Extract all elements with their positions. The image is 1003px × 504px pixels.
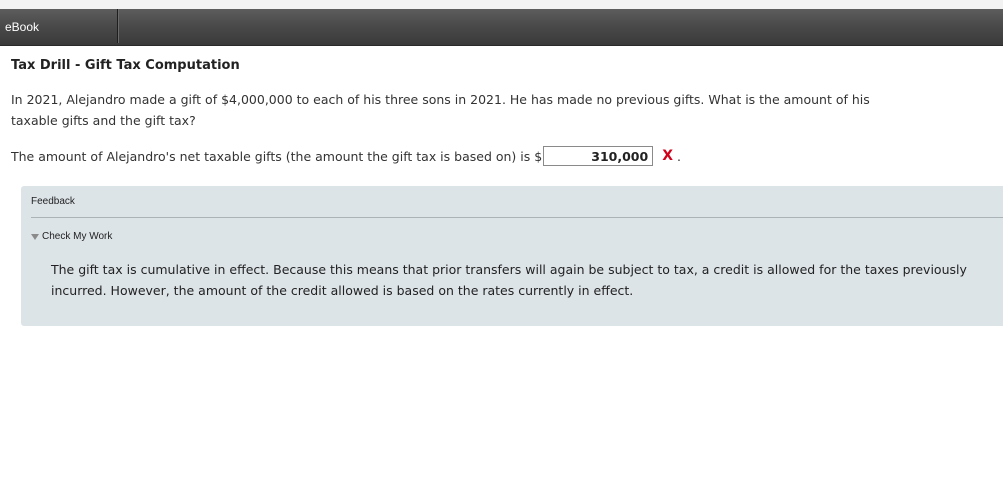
feedback-divider [31,217,1003,218]
feedback-label: Feedback [31,196,75,207]
tab-bar: eBook [0,9,1003,46]
tab-ebook[interactable]: eBook [0,9,118,43]
check-my-work-label: Check My Work [42,231,113,242]
check-my-work-toggle[interactable]: Check My Work [31,231,112,242]
feedback-panel: Feedback Check My Work The gift tax is c… [21,186,1003,326]
page-title: Tax Drill - Gift Tax Computation [11,58,240,73]
top-strip [0,0,1003,9]
incorrect-icon: X [662,148,673,164]
answer-prompt: The amount of Alejandro's net taxable gi… [11,148,543,164]
answer-row: The amount of Alejandro's net taxable gi… [11,145,681,167]
answer-input[interactable] [543,146,654,166]
answer-period: . [676,148,681,164]
question-text: In 2021, Alejandro made a gift of $4,000… [11,92,870,128]
feedback-text: The gift tax is cumulative in effect. Be… [51,262,967,298]
collapse-triangle-icon [31,233,39,240]
